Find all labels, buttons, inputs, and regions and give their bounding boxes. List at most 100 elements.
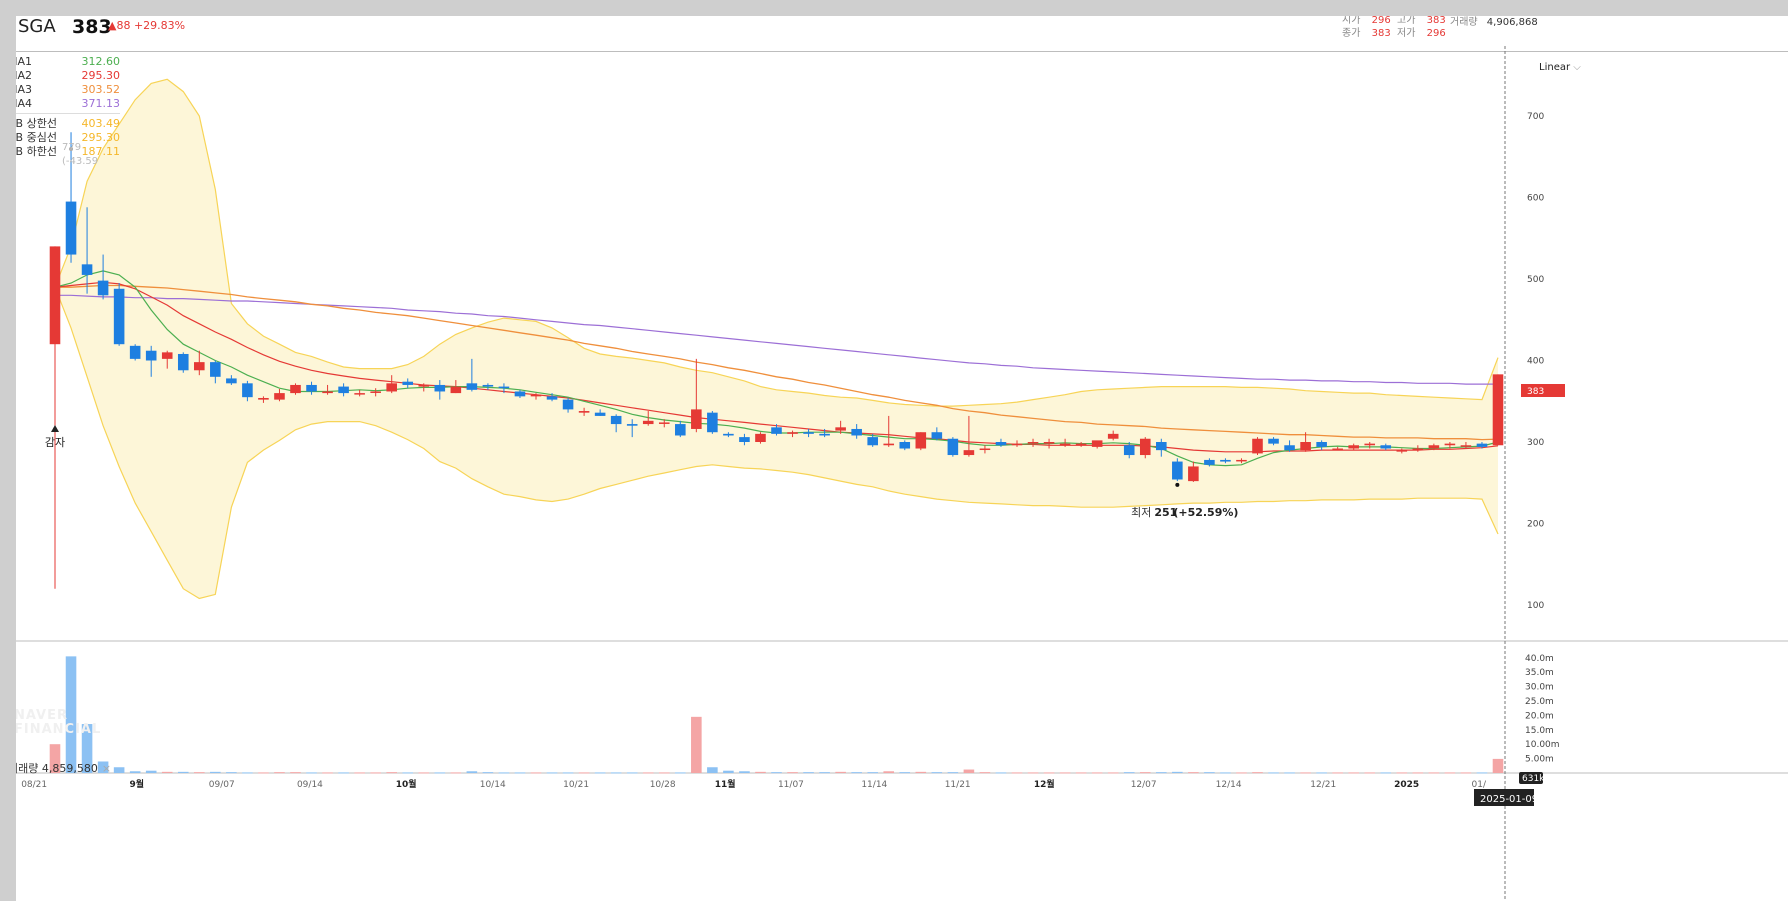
volume-bar xyxy=(1364,772,1376,774)
volume-bar xyxy=(546,772,558,774)
x-tick-label: 2025 xyxy=(1394,780,1419,790)
volume-bar xyxy=(1412,772,1424,774)
volume-bar xyxy=(578,772,590,774)
legend-ma2-label: MA2 xyxy=(16,69,33,82)
volume-bar xyxy=(210,771,221,773)
x-tick-label: 11/14 xyxy=(861,780,887,790)
candle-body xyxy=(1412,448,1424,451)
candle-body xyxy=(161,352,173,359)
y-tick-label: 700 xyxy=(1527,112,1544,122)
volume-tick-label: 15.0m xyxy=(1525,726,1554,736)
candle-body xyxy=(1460,445,1472,447)
candle-body xyxy=(306,384,317,392)
candle-body xyxy=(113,288,125,345)
candle-body xyxy=(963,450,975,456)
candle-body xyxy=(691,409,702,429)
volume-bar xyxy=(1204,772,1215,774)
volume-bar xyxy=(979,772,991,774)
volume-bar xyxy=(306,772,317,774)
candle-body xyxy=(1075,443,1087,446)
date-tag: 2025-01-09 xyxy=(1480,794,1538,805)
candle-body xyxy=(1011,443,1023,446)
price-tag: 383 xyxy=(1527,387,1544,397)
volume-bar xyxy=(1316,772,1327,774)
candle-body xyxy=(274,393,285,400)
x-tick-label: 08/21 xyxy=(21,780,47,790)
volume-bar xyxy=(819,772,830,774)
candle-body xyxy=(867,437,878,446)
candle-body xyxy=(723,433,734,436)
volume-bar xyxy=(1476,772,1488,774)
close-icon[interactable]: × xyxy=(102,762,111,775)
volume-bar xyxy=(290,772,301,774)
candle-body xyxy=(1380,445,1392,449)
legend-ma1: MA1 312.60 xyxy=(16,55,120,69)
x-tick-label: 10/14 xyxy=(480,780,506,790)
candle-body xyxy=(1091,440,1103,447)
volume-panel-value: 4,859,580 xyxy=(41,762,98,775)
candle-body xyxy=(354,393,365,395)
volume-bar xyxy=(1428,772,1440,774)
candle-body xyxy=(755,433,766,442)
volume-bar xyxy=(1380,772,1392,774)
chart-frame: SGA 383 ▲88 +29.83% 시가 296 종가 383 고가 383… xyxy=(16,16,1788,901)
candle-body xyxy=(370,391,381,393)
candle-body xyxy=(1059,443,1071,446)
volume-bar xyxy=(1059,772,1071,774)
candle-body xyxy=(338,386,349,394)
scale-mode-select[interactable]: Linear ⌵ xyxy=(1539,62,1581,73)
candle-body xyxy=(594,412,606,416)
volume-bar xyxy=(691,716,702,773)
candle-body xyxy=(819,433,830,436)
volume-bar xyxy=(883,771,895,773)
volume-bar xyxy=(1460,772,1472,774)
candle-body xyxy=(1444,443,1456,446)
x-tick-label: 09/14 xyxy=(297,780,323,790)
volume-bar xyxy=(145,770,157,773)
candle-body xyxy=(226,378,237,384)
candle-body xyxy=(177,353,189,371)
candle-body xyxy=(1139,438,1151,456)
volume-bar xyxy=(242,772,253,774)
y-tick-label: 600 xyxy=(1527,194,1544,204)
candle-body xyxy=(450,386,462,394)
volume-bar xyxy=(466,771,478,773)
volume-bar xyxy=(1444,772,1456,774)
candle-body xyxy=(530,394,542,397)
volume-bar xyxy=(867,772,878,774)
legend-bb-lower-label: BB 하한선 xyxy=(16,145,57,158)
candle-body xyxy=(482,384,494,387)
candle-body xyxy=(322,391,333,394)
candle-body xyxy=(418,384,430,387)
candle-body xyxy=(851,428,862,436)
volume-bar xyxy=(194,772,205,774)
volume-tick-label: 30.0m xyxy=(1525,683,1554,693)
volume-bar xyxy=(707,767,718,773)
candle-body xyxy=(1123,445,1135,456)
volume-bar xyxy=(1043,772,1055,774)
legend-ma3-value: 303.52 xyxy=(81,83,121,96)
volume-bar xyxy=(995,772,1007,774)
price-chart[interactable]: 100 200 300 400 500 600 700 5.00m 10.00m 15.0m 20.… xyxy=(16,16,1788,901)
volume-bar xyxy=(1236,772,1247,774)
legend-ma2: MA2 295.30 xyxy=(16,69,120,83)
x-tick-label: 12/07 xyxy=(1131,780,1157,790)
candle-body xyxy=(129,345,141,359)
volume-bar xyxy=(771,772,782,774)
volume-bar xyxy=(1011,772,1023,774)
volume-bar xyxy=(161,771,173,773)
volume-bar xyxy=(899,772,911,774)
indicator-legend: MA1 312.60 MA2 295.30 MA3 303.52 MA4 371.13 BB 상… xyxy=(16,55,121,167)
volume-tick-label: 25.0m xyxy=(1525,697,1554,707)
candle-body xyxy=(145,350,157,361)
candle-body xyxy=(1348,445,1359,449)
legend-ma3-label: MA3 xyxy=(16,83,33,96)
candle-body xyxy=(995,442,1007,446)
candle-body xyxy=(610,415,622,425)
volume-bar xyxy=(1027,772,1039,774)
volume-panel-title: 거래량 xyxy=(16,762,39,775)
candle-body xyxy=(562,399,574,410)
candle-body xyxy=(1204,459,1215,465)
y-tick-label: 400 xyxy=(1527,357,1544,367)
watermark: NAVER FINANCIAL xyxy=(16,709,101,737)
